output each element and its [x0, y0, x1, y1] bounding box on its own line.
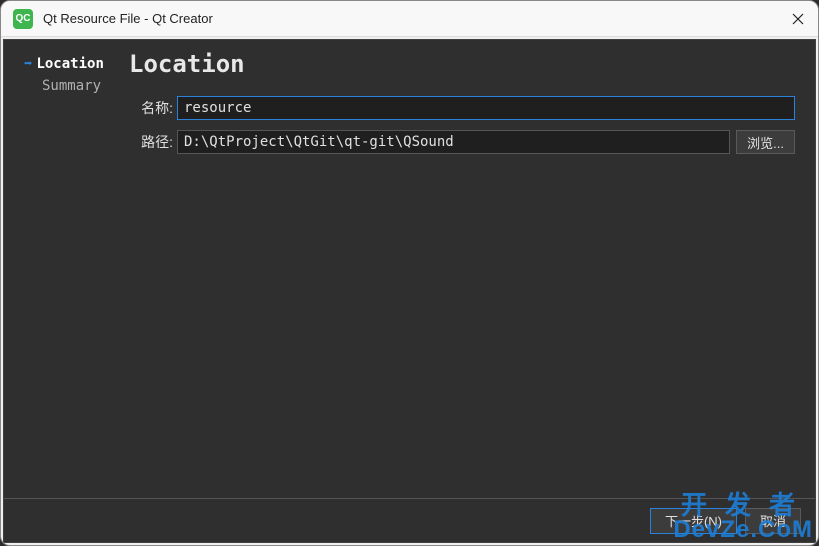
next-button[interactable]: 下一步(N) [650, 508, 737, 534]
close-icon [792, 13, 804, 25]
path-input[interactable] [177, 130, 730, 154]
sidebar-item-label: Location [36, 56, 103, 72]
form-row-path: 路径: 浏览... [129, 130, 795, 154]
cancel-button[interactable]: 取消 [745, 508, 801, 534]
form-row-name: 名称: [129, 96, 795, 120]
sidebar-item-summary[interactable]: Summary [24, 78, 119, 94]
wizard-window: QC Qt Resource File - Qt Creator ➡ Locat… [0, 0, 819, 546]
name-input[interactable] [177, 96, 795, 120]
main-panel: Location 名称: 路径: 浏览... [129, 40, 815, 498]
window-title: Qt Resource File - Qt Creator [43, 11, 778, 26]
arrow-right-icon: ➡ [24, 56, 32, 72]
content-area: ➡ Location Summary Location 名称: 路径: 浏览 [3, 39, 816, 543]
main-body: ➡ Location Summary Location 名称: 路径: 浏览 [4, 40, 815, 498]
titlebar: QC Qt Resource File - Qt Creator [1, 1, 818, 37]
sidebar-item-location[interactable]: ➡ Location [24, 56, 119, 72]
close-button[interactable] [778, 1, 818, 37]
wizard-footer: 下一步(N) 取消 [4, 498, 815, 542]
browse-button[interactable]: 浏览... [736, 130, 795, 154]
page-heading: Location [129, 50, 795, 78]
sidebar-item-label: Summary [42, 78, 101, 94]
wizard-sidebar: ➡ Location Summary [4, 40, 129, 498]
name-label: 名称: [129, 98, 173, 118]
app-icon: QC [13, 9, 33, 29]
path-label: 路径: [129, 132, 173, 152]
